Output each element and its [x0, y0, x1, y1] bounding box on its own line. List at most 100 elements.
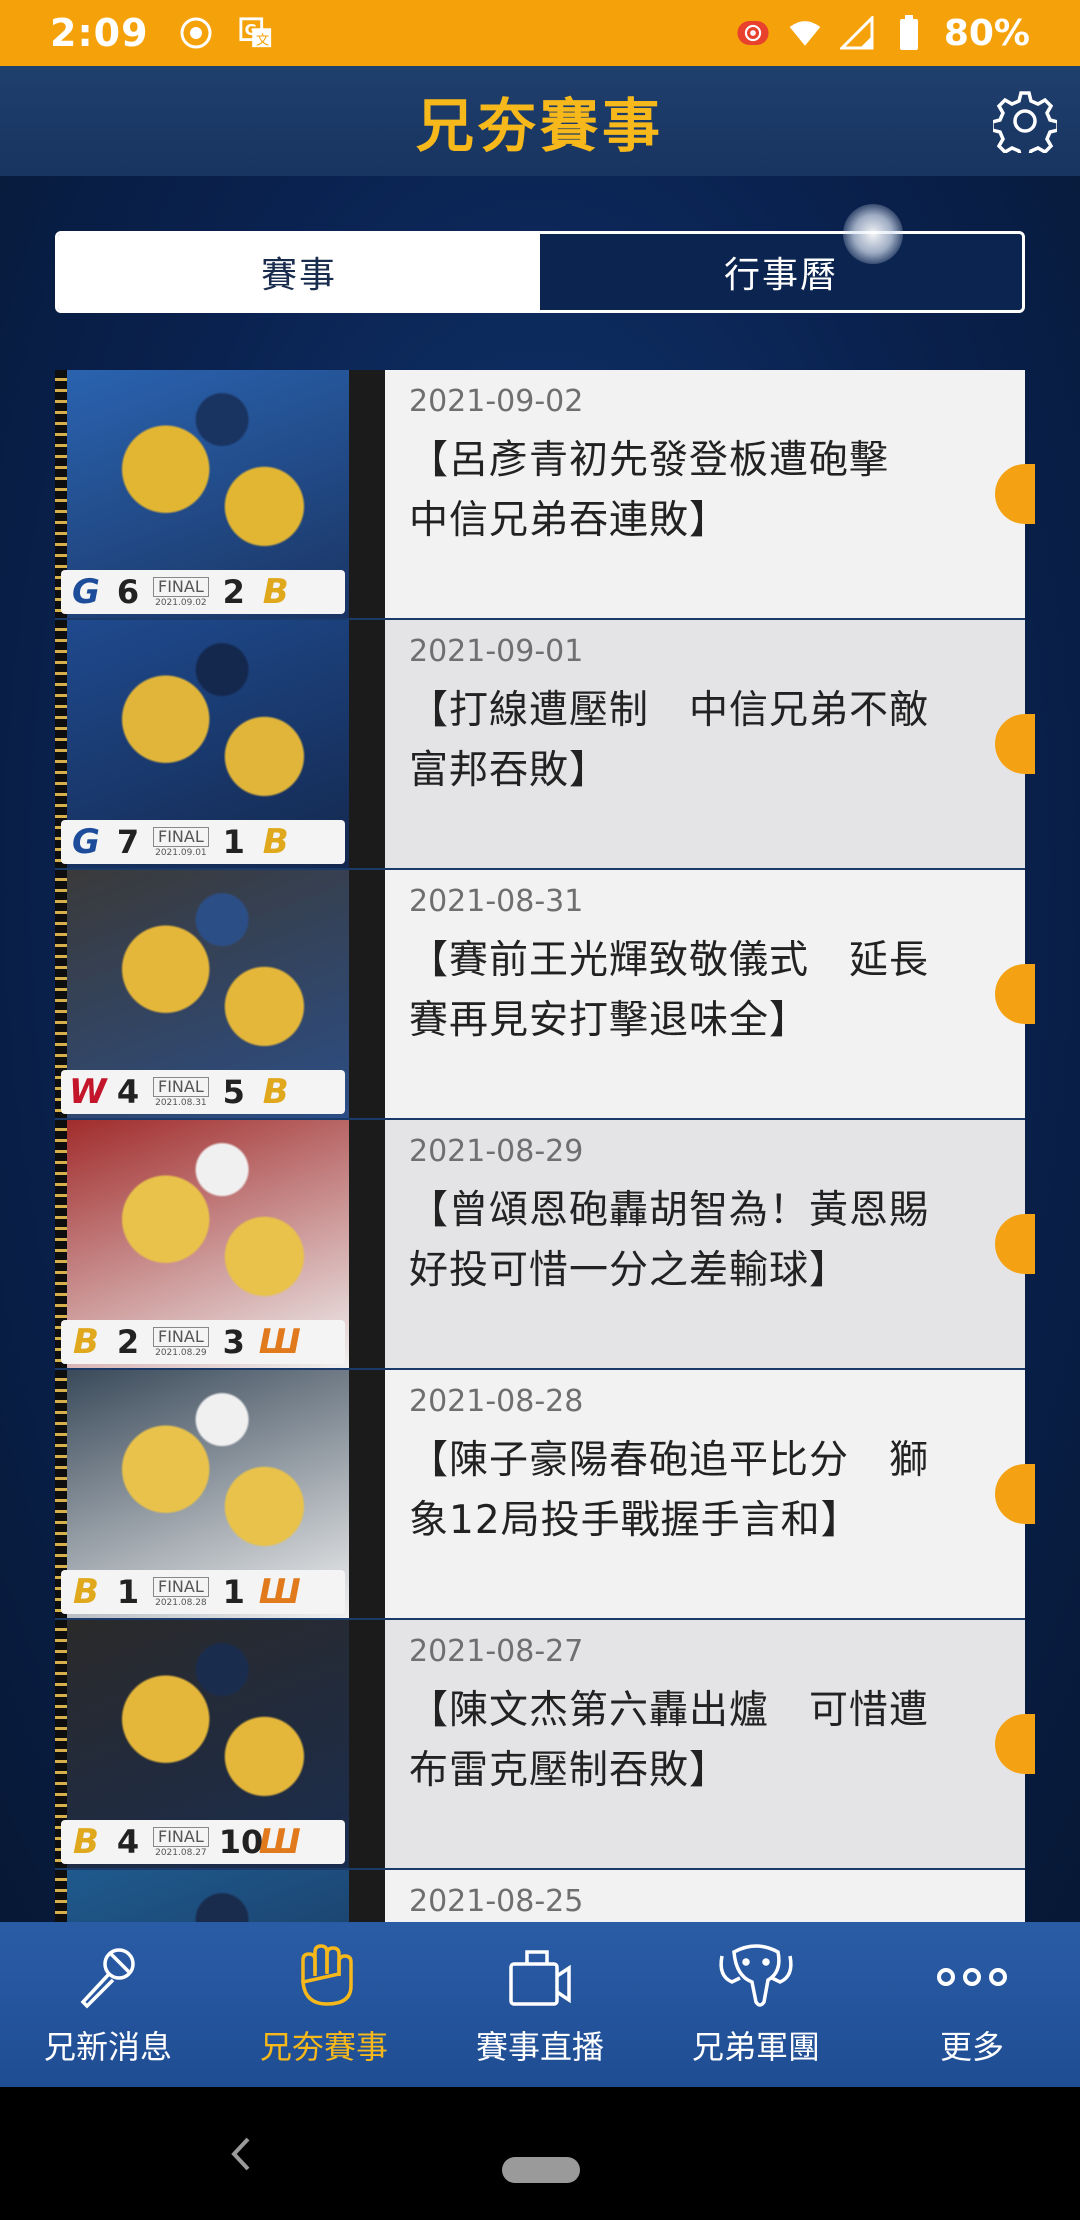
nav-games[interactable]: 兄夯賽事	[216, 1922, 432, 2087]
game-date: 2021-08-25	[409, 1884, 584, 1919]
away-score: 3	[222, 1323, 245, 1361]
away-team-logo: B	[262, 822, 289, 862]
svg-text:文: 文	[256, 32, 269, 48]
final-label: FINAL	[153, 1826, 209, 1847]
game-list-item[interactable]: B 1 FINAL 2021.08.28 1 Ш 2021-08-28 【陳子豪陽春砲追平比分…	[55, 1370, 1035, 1620]
more-indicator	[995, 1464, 1035, 1524]
final-date: 2021.08.28	[155, 1597, 207, 1608]
score-strip: B 1 FINAL 2021.08.28 1 Ш	[61, 1570, 345, 1614]
game-list-item[interactable]: W 4 FINAL 2021.08.31 5 B 2021-08-31 【賽前王光輝致敬儀式 …	[55, 870, 1035, 1120]
battery-icon	[892, 15, 926, 50]
away-team-logo: Ш	[258, 1572, 301, 1612]
home-team-logo: G	[72, 822, 100, 862]
home-score: 6	[116, 573, 140, 611]
home-score: 2	[116, 1323, 140, 1361]
game-text: 2021-08-25	[385, 1870, 1025, 1922]
final-date: 2021.08.27	[155, 1847, 207, 1858]
home-team-logo: W	[69, 1072, 107, 1112]
tab-games[interactable]: 賽事	[58, 234, 540, 310]
more-indicator	[995, 1714, 1035, 1774]
game-thumbnail: W 4 FINAL 2021.08.31 5 B	[55, 870, 385, 1118]
home-team-logo: B	[73, 1572, 99, 1612]
home-button[interactable]	[502, 2157, 580, 2183]
game-date: 2021-08-29	[409, 1134, 584, 1169]
game-list: G 6 FINAL 2021.09.02 2 B 2021-09-02 【呂彥青初先發登板遭砲…	[55, 370, 1035, 1922]
final-badge: FINAL 2021.08.28	[153, 1576, 209, 1608]
game-date: 2021-09-01	[409, 634, 584, 669]
game-title: 【陳子豪陽春砲追平比分 獅 象12局投手戰握手言和】	[409, 1438, 930, 1544]
score-strip: B 4 FINAL 2021.08.27 10 Ш	[61, 1820, 345, 1864]
final-label: FINAL	[153, 1076, 209, 1097]
app-header: 兄夯賽事	[0, 66, 1080, 176]
bottom-navigation: 兄新消息 兄夯賽事 賽事直播 兄弟軍團 更多	[0, 1922, 1080, 2087]
away-score: 2	[222, 573, 245, 611]
game-text: 2021-09-01 【打線遭壓制 中信兄弟不敵 富邦吞敗】	[385, 620, 1035, 868]
game-list-item[interactable]: B 2 FINAL 2021.08.29 3 Ш 2021-08-29 【曾頌恩砲轟胡智為！黃…	[55, 1120, 1035, 1370]
final-date: 2021.09.02	[155, 597, 207, 608]
chevron-left-icon	[231, 2137, 250, 2171]
tv-icon	[500, 1942, 580, 2012]
more-indicator	[995, 714, 1035, 774]
game-thumbnail: B 1 FINAL 2021.08.28 1 Ш	[55, 1370, 385, 1618]
final-label: FINAL	[153, 576, 209, 597]
game-thumbnail	[55, 1870, 385, 1922]
final-badge: FINAL 2021.08.29	[153, 1326, 209, 1358]
nav-more-label: 更多	[939, 2027, 1004, 2066]
score-strip: G 7 FINAL 2021.09.01 1 B	[61, 820, 345, 864]
status-time: 2:09	[50, 11, 149, 55]
away-team-logo: Ш	[258, 1822, 301, 1862]
more-dots-icon	[932, 1942, 1012, 2012]
nav-team[interactable]: 兄弟軍團	[648, 1922, 864, 2087]
more-indicator	[995, 964, 1035, 1024]
game-list-item[interactable]: B 4 FINAL 2021.08.27 10 Ш 2021-08-27 【陳文杰第六轟出爐 …	[55, 1620, 1035, 1870]
score-strip: W 4 FINAL 2021.08.31 5 B	[61, 1070, 345, 1114]
home-team-logo: B	[73, 1322, 99, 1362]
film-strip-decoration	[349, 870, 385, 1118]
game-text: 2021-08-29 【曾頌恩砲轟胡智為！黃恩賜 好投可惜一分之差輸球】	[385, 1120, 1035, 1368]
more-indicator	[995, 464, 1035, 524]
away-score: 10	[218, 1823, 264, 1861]
game-title: 【呂彥青初先發登板遭砲擊 中信兄弟吞連敗】	[409, 438, 890, 544]
home-score: 4	[116, 1073, 140, 1111]
game-title: 【打線遭壓制 中信兄弟不敵 富邦吞敗】	[409, 688, 930, 794]
touch-indicator	[843, 204, 903, 264]
back-button[interactable]	[222, 2129, 262, 2179]
game-title: 【陳文杰第六轟出爐 可惜遭 布雷克壓制吞敗】	[409, 1688, 930, 1794]
nav-news[interactable]: 兄新消息	[0, 1922, 216, 2087]
page-title: 兄夯賽事	[415, 92, 664, 160]
baseball-glove-icon	[284, 1942, 364, 2012]
away-team-logo: B	[262, 572, 289, 612]
game-date: 2021-08-28	[409, 1384, 584, 1419]
game-list-item[interactable]: 2021-08-25	[55, 1870, 1025, 1922]
tab-calendar[interactable]: 行事曆	[540, 234, 1022, 310]
game-list-item[interactable]: G 7 FINAL 2021.09.01 1 B 2021-09-01 【打線遭壓制 中信兄弟…	[55, 620, 1035, 870]
home-team-logo: B	[73, 1822, 99, 1862]
system-navigation-bar	[0, 2087, 1080, 2220]
game-text: 2021-08-31 【賽前王光輝致敬儀式 延長 賽再見安打擊退味全】	[385, 870, 1035, 1118]
home-team-logo: G	[72, 572, 100, 612]
away-score: 5	[222, 1073, 245, 1111]
game-photo	[67, 1870, 349, 1922]
microphone-icon	[68, 1942, 148, 2012]
home-score: 4	[116, 1823, 140, 1861]
settings-button[interactable]	[992, 88, 1058, 154]
nav-games-label: 兄夯賽事	[259, 2027, 388, 2066]
game-date: 2021-08-31	[409, 884, 584, 919]
nav-live[interactable]: 賽事直播	[432, 1922, 648, 2087]
screen-record-icon	[736, 16, 770, 50]
gear-icon	[993, 91, 1057, 153]
film-strip-decoration	[349, 1870, 385, 1922]
final-date: 2021.08.29	[155, 1347, 207, 1358]
game-text: 2021-09-02 【呂彥青初先發登板遭砲擊 中信兄弟吞連敗】	[385, 370, 1035, 618]
game-thumbnail: G 6 FINAL 2021.09.02 2 B	[55, 370, 385, 618]
record-icon	[179, 16, 213, 50]
more-indicator	[995, 1214, 1035, 1274]
away-team-logo: B	[262, 1072, 289, 1112]
final-date: 2021.08.31	[155, 1097, 207, 1108]
nav-more[interactable]: 更多	[864, 1922, 1080, 2087]
final-date: 2021.09.01	[155, 847, 207, 858]
elephant-icon	[716, 1942, 796, 2012]
film-strip-decoration	[349, 1370, 385, 1618]
film-strip-decoration	[349, 1120, 385, 1368]
game-list-item[interactable]: G 6 FINAL 2021.09.02 2 B 2021-09-02 【呂彥青初先發登板遭砲…	[55, 370, 1035, 620]
